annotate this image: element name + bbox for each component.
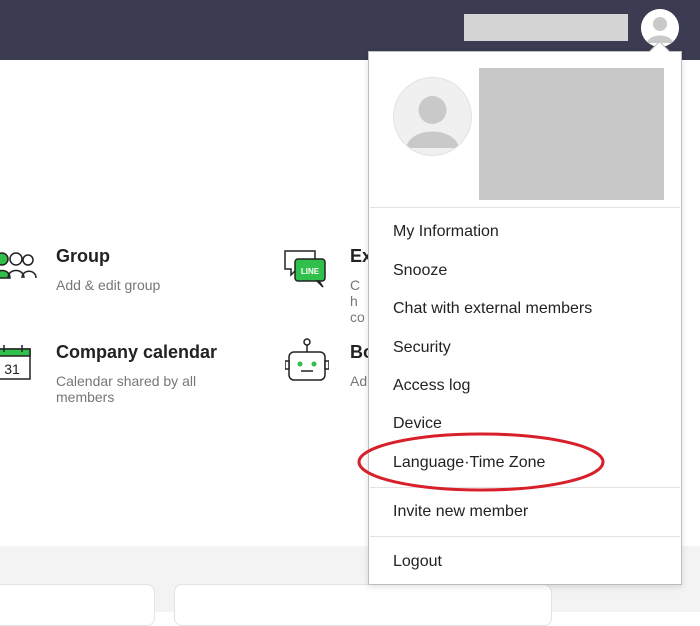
menu-divider [370,536,680,537]
profile-avatar-icon [406,96,459,148]
calendar-icon-number: 31 [4,361,20,377]
profile-avatar [393,77,472,156]
menu-item-logout[interactable]: Logout [393,553,442,571]
bottom-card-left[interactable] [0,584,155,626]
bottom-card-center[interactable] [174,584,552,626]
menu-item-invite-member[interactable]: Invite new member [393,503,528,521]
profile-dropdown: My Information Snooze Chat with external… [368,40,682,585]
card-title-calendar[interactable]: Company calendar [56,342,217,363]
calendar-icon: 31 [0,343,34,388]
card-desc-calendar: Calendar shared by all members [56,373,197,405]
highlight-ellipse [357,432,605,492]
menu-item-snooze[interactable]: Snooze [393,262,447,280]
card-desc-bot: Ad [350,373,368,389]
people-group-icon [0,248,38,287]
menu-item-security[interactable]: Security [393,339,451,357]
line-badge-text: LINE [301,267,320,276]
line-chat-icon: LINE [283,247,329,294]
menu-item-access-log[interactable]: Access log [393,377,470,395]
menu-divider [370,207,680,208]
menu-item-my-information[interactable]: My Information [393,223,499,241]
card-desc-external: Ch co [350,277,365,325]
card-desc-group: Add & edit group [56,277,161,293]
menu-item-chat-external[interactable]: Chat with external members [393,300,592,318]
bot-icon [284,337,330,392]
profile-info-placeholder [479,68,664,200]
username-placeholder [464,14,628,41]
card-title-group[interactable]: Group [56,246,110,267]
